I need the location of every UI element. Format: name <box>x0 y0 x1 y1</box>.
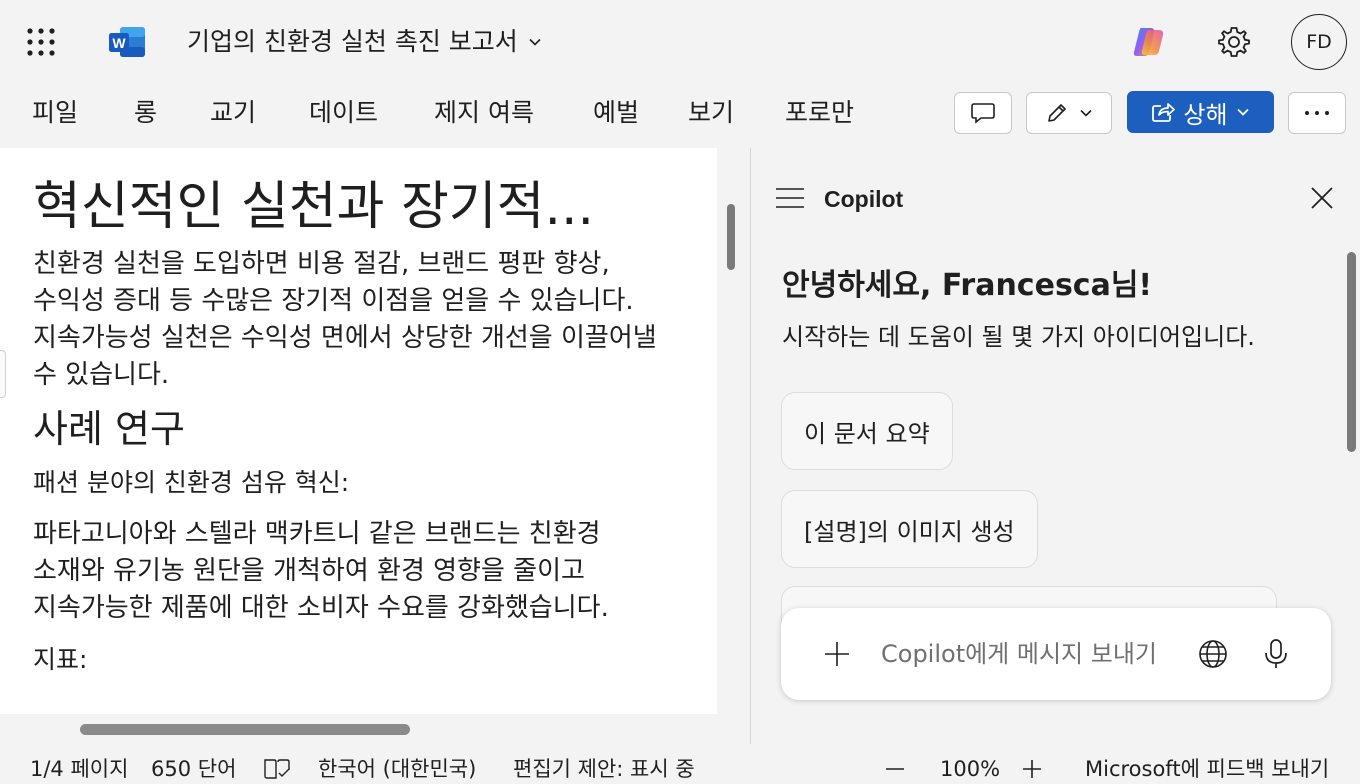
share-label: 상해 <box>1183 100 1228 129</box>
more-horizontal-icon <box>1305 111 1329 115</box>
hamburger-menu-icon[interactable] <box>775 186 805 210</box>
section-heading: 사례 연구 <box>33 407 185 451</box>
chevron-down-icon <box>1080 109 1092 117</box>
feedback-link[interactable]: Microsoft에 피드백 보내기 <box>1085 756 1329 782</box>
comment-icon <box>971 103 995 124</box>
copilot-pane: Copilot 안녕하세요, Francesca님! 시작하는 데 도움이 될 … <box>751 148 1360 744</box>
copilot-composer <box>781 608 1331 700</box>
menu-view[interactable]: 보기 <box>688 96 734 130</box>
copilot-scrollbar[interactable] <box>1347 252 1356 452</box>
share-icon <box>1152 103 1176 122</box>
document-page[interactable]: 혁신적인 실천과 장기적... 친환경 실천을 도입하면 비용 절감, 브랜드 … <box>0 148 717 714</box>
word-icon[interactable]: W <box>108 26 146 58</box>
suggestion-summarize[interactable]: 이 문서 요약 <box>781 392 953 470</box>
suggestion-label: [설명]의 이미지 생성 <box>804 517 1015 546</box>
microphone-icon[interactable] <box>1262 638 1290 670</box>
user-avatar[interactable]: FD <box>1291 14 1347 70</box>
language-status[interactable]: 한국어 (대한민국) <box>318 756 476 782</box>
zoom-out-icon[interactable] <box>884 758 906 780</box>
app-launcher-icon[interactable] <box>26 27 56 57</box>
title-bar: W 기업의 친환경 실천 촉진 보고서 FD <box>0 0 1360 84</box>
settings-gear-icon[interactable] <box>1217 25 1251 59</box>
paragraph-line: 친환경 실천을 도입하면 비용 절감, 브랜드 평판 향상, <box>33 249 610 279</box>
menu-home[interactable]: 롱 <box>134 96 157 130</box>
paragraph-line: 수익성 증대 등 수많은 장기적 이점을 얻을 수 있습니다. <box>33 286 634 316</box>
plus-icon[interactable] <box>823 640 851 668</box>
word-count[interactable]: 650 단어 <box>151 756 236 782</box>
menu-insert[interactable]: 교기 <box>210 96 256 130</box>
proofing-icon[interactable] <box>263 758 291 780</box>
page-count[interactable]: 1/4 페이지 <box>30 756 128 782</box>
document-canvas[interactable]: 혁신적인 실천과 장기적... 친환경 실천을 도입하면 비용 절감, 브랜드 … <box>0 148 750 744</box>
more-options-button[interactable] <box>1288 92 1346 134</box>
case-study-paragraph: 파타고니아와 스텔라 맥카트니 같은 브랜드는 친환경 소재와 유기농 원단을 … <box>33 516 717 627</box>
menu-format[interactable]: 포로만 <box>785 96 854 130</box>
document-horizontal-scrollbar[interactable] <box>80 724 410 735</box>
pencil-icon <box>1048 104 1066 122</box>
document-paragraph: 친환경 실천을 도입하면 비용 절감, 브랜드 평판 향상, 수익성 증대 등 … <box>33 246 717 394</box>
copilot-message-input[interactable] <box>881 634 1171 674</box>
document-body: 혁신적인 실천과 장기적... 친환경 실천을 도입하면 비용 절감, 브랜드 … <box>33 174 717 693</box>
zoom-level[interactable]: 100% <box>940 756 1000 782</box>
chevron-down-icon <box>1236 108 1249 116</box>
chevron-down-icon <box>529 38 541 46</box>
case-study-title: 패션 분야의 친환경 섬유 혁신: <box>33 468 350 497</box>
metrics-label: 지표: <box>33 645 88 674</box>
comments-button[interactable] <box>954 92 1012 134</box>
paragraph-line: 지속가능한 제품에 대한 소비자 수요를 강화했습니다. <box>33 593 609 623</box>
document-title-text: 기업의 친환경 실천 촉진 보고서 <box>187 27 518 56</box>
editor-status[interactable]: 편집기 제안: 표시 중 <box>513 756 695 782</box>
ribbon: 피일 롱 교기 데이트 제지 여륵 예벌 보기 포로만 상해 <box>0 84 1360 144</box>
paragraph-line: 수 있습니다. <box>33 360 170 390</box>
avatar-initials: FD <box>1306 31 1332 53</box>
document-vertical-scrollbar[interactable] <box>727 204 735 270</box>
paragraph-line: 소재와 유기농 원단을 개척하여 환경 영향을 줄이고 <box>33 556 585 586</box>
document-heading: 혁신적인 실천과 장기적... <box>33 177 595 237</box>
copilot-greeting: 안녕하세요, Francesca님! <box>782 268 1153 303</box>
word-logo-letter: W <box>112 35 126 51</box>
close-icon[interactable] <box>1310 186 1334 210</box>
suggestion-label: 이 문서 요약 <box>804 419 930 448</box>
paragraph-line: 지속가능성 실천은 수익성 면에서 상당한 개선을 이끌어낼 <box>33 323 657 353</box>
menu-file[interactable]: 피일 <box>32 96 78 130</box>
status-bar: 1/4 페이지 650 단어 한국어 (대한민국) 편집기 제안: 표시 중 1… <box>0 750 1360 784</box>
menu-references[interactable]: 제지 여륵 <box>434 96 534 130</box>
document-title[interactable]: 기업의 친환경 실천 촉진 보고서 <box>187 26 542 58</box>
editing-mode-button[interactable] <box>1026 92 1112 134</box>
copilot-title: Copilot <box>824 186 904 212</box>
paragraph-line: 파타고니아와 스텔라 맥카트니 같은 브랜드는 친환경 <box>33 519 601 549</box>
navigation-pane-handle[interactable] <box>0 350 6 398</box>
menu-review[interactable]: 예벌 <box>593 96 639 130</box>
share-button[interactable]: 상해 <box>1127 91 1274 133</box>
copilot-icon[interactable] <box>1131 25 1167 59</box>
copilot-subtitle: 시작하는 데 도움이 될 몇 가지 아이디어입니다. <box>782 323 1255 351</box>
globe-icon[interactable] <box>1198 639 1228 669</box>
menu-layout[interactable]: 데이트 <box>309 96 378 130</box>
suggestion-generate-image[interactable]: [설명]의 이미지 생성 <box>781 490 1038 568</box>
zoom-in-icon[interactable] <box>1021 758 1043 780</box>
